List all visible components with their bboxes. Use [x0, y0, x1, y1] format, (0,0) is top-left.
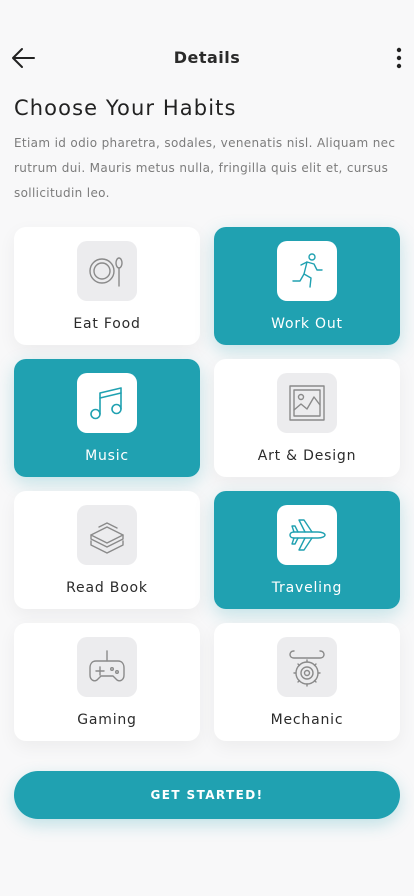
wrench-gear-icon	[289, 650, 325, 687]
habit-grid: Eat Food Work Out Music Art & Design Rea…	[14, 227, 400, 741]
habit-card-mechanic[interactable]: Mechanic	[214, 623, 400, 741]
plate-spoon-icon	[89, 257, 123, 287]
page-title: Details	[173, 48, 241, 67]
habit-label: Music	[85, 448, 129, 464]
habit-card-work-out[interactable]: Work Out	[214, 227, 400, 345]
habit-label: Gaming	[77, 712, 137, 728]
habit-card-art-design[interactable]: Art & Design	[214, 359, 400, 477]
habit-card-gaming[interactable]: Gaming	[14, 623, 200, 741]
section-heading: Choose Your Habits	[14, 96, 237, 120]
habit-card-eat-food[interactable]: Eat Food	[14, 227, 200, 345]
habit-card-traveling[interactable]: Traveling	[214, 491, 400, 609]
habit-label: Traveling	[271, 580, 343, 596]
habit-label: Mechanic	[270, 712, 344, 728]
get-started-button[interactable]: GET STARTED!	[14, 771, 400, 819]
more-vertical-icon[interactable]	[392, 46, 406, 70]
gamepad-icon	[89, 650, 125, 682]
habit-label: Art & Design	[257, 448, 357, 464]
book-stack-icon	[90, 522, 124, 554]
running-person-icon	[292, 253, 323, 288]
section-description: Etiam id odio pharetra, sodales, venenat…	[14, 136, 396, 200]
habit-card-music[interactable]: Music	[14, 359, 200, 477]
habit-label: Eat Food	[73, 316, 141, 332]
music-note-icon	[90, 387, 122, 420]
habit-label: Work Out	[271, 316, 343, 332]
habit-label: Read Book	[66, 580, 148, 596]
airplane-icon	[289, 519, 326, 551]
picture-frame-icon	[289, 385, 325, 421]
habit-card-read-book[interactable]: Read Book	[14, 491, 200, 609]
